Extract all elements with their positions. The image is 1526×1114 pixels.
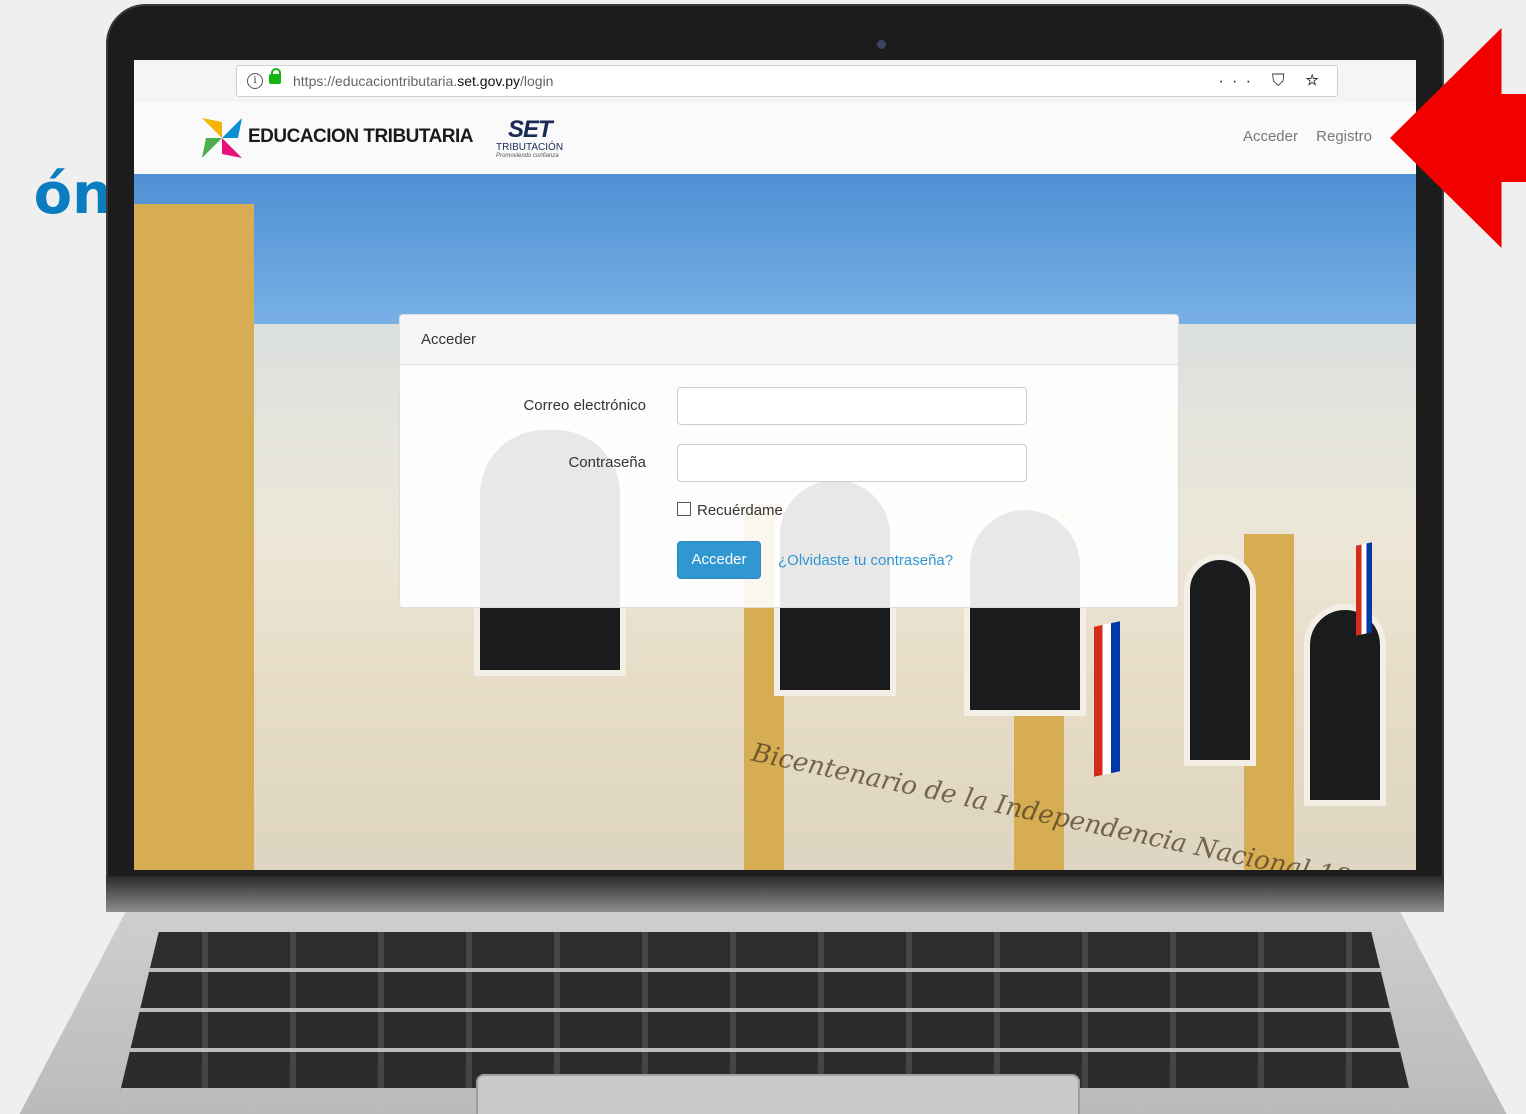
set-logo: SET TRIBUTACIÓN Promoviendo confianza [496,116,564,159]
url-text: https://educaciontributaria.set.gov.py/l… [293,73,554,89]
trackpad [476,1074,1080,1114]
email-field[interactable] [677,387,1027,425]
keyboard-rows [120,932,1410,1092]
slide-title-fragment: ón [33,162,112,227]
remember-me-row: Recuérdame [677,502,783,519]
top-nav: Acceder Registro [1229,128,1372,145]
laptop-screen: i https://educaciontributaria.set.gov.py… [134,60,1416,870]
building-pillar [134,204,254,870]
arched-window [1184,554,1256,766]
laptop-hinge [106,876,1444,912]
lock-icon [269,68,281,84]
browser-toolbar: i https://educaciontributaria.set.gov.py… [134,60,1416,103]
remember-me-checkbox[interactable] [677,502,691,516]
camera-icon [877,40,886,49]
remember-me-label[interactable]: Recuérdame [697,502,783,519]
password-field[interactable] [677,444,1027,482]
hero-background: Bicentenario de la Independencia Naciona… [134,174,1416,870]
email-label: Correo electrónico [523,397,646,414]
arched-window [1304,604,1386,806]
pinwheel-logo-icon [202,118,242,158]
brand-name: EDUCACION TRIBUTARIA [248,126,474,147]
address-bar[interactable]: i https://educaciontributaria.set.gov.py… [236,65,1338,97]
password-label: Contraseña [568,454,646,471]
login-card: Acceder Correo electrónico Contraseña Re… [399,314,1179,608]
login-card-title: Acceder [400,315,1178,365]
info-icon[interactable]: i [247,73,263,89]
nav-login-link[interactable]: Acceder [1243,128,1298,145]
paraguay-flag [1094,621,1120,777]
page-actions-icons[interactable]: ··· ⛉ ☆ [1218,66,1327,96]
login-submit-button[interactable]: Acceder [677,541,761,579]
laptop-base [0,876,1526,1114]
forgot-password-link[interactable]: ¿Olvidaste tu contraseña? [778,552,953,569]
paraguay-flag [1356,542,1372,636]
nav-register-link[interactable]: Registro [1316,128,1372,145]
site-header: EDUCACION TRIBUTARIA SET TRIBUTACIÓN Pro… [134,102,1416,175]
